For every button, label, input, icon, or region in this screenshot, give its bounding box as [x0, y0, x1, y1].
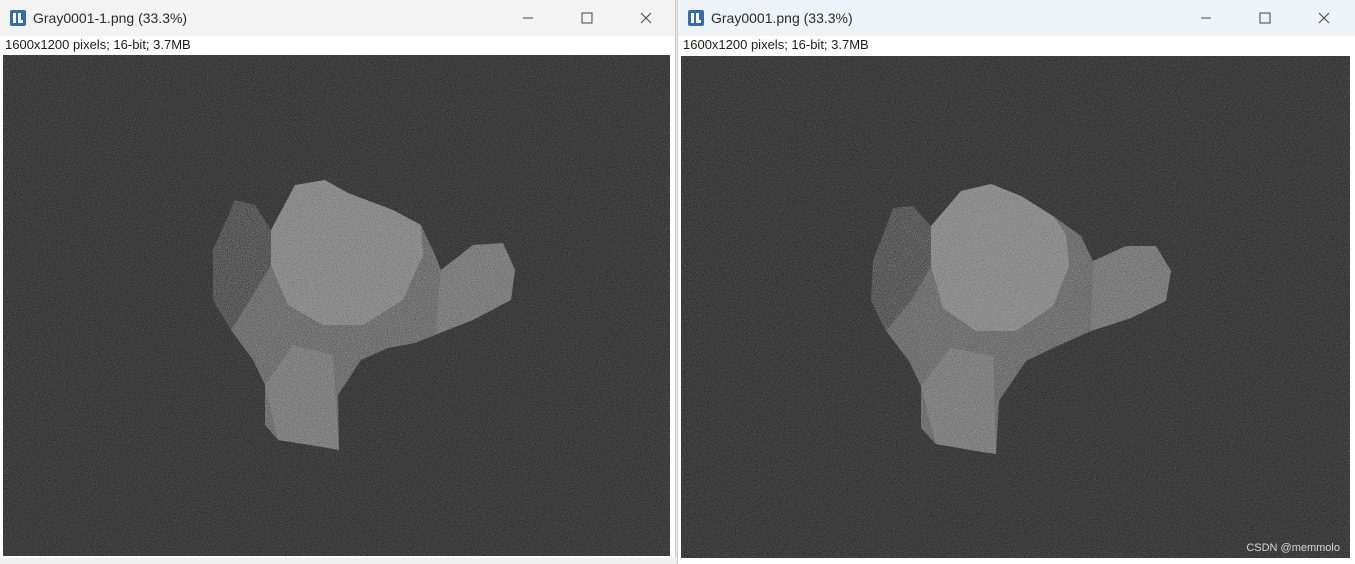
title-bar[interactable]: Gray0001.png (33.3%) — [678, 0, 1355, 36]
window-bottom-border — [0, 558, 676, 564]
minimize-icon — [1201, 17, 1211, 19]
close-icon — [640, 12, 652, 24]
window-title: Gray0001.png (33.3%) — [711, 10, 853, 26]
maximize-button[interactable] — [1243, 4, 1287, 32]
image-window-left[interactable]: Gray0001-1.png (33.3%) 1600x1200 pixels;… — [0, 0, 676, 564]
watermark-text: CSDN @memmolo — [1246, 542, 1340, 554]
minimize-button[interactable] — [506, 4, 550, 32]
image-info: 1600x1200 pixels; 16-bit; 3.7MB — [683, 37, 869, 52]
close-button[interactable] — [1302, 4, 1346, 32]
maximize-icon — [581, 12, 593, 24]
image-window-right[interactable]: Gray0001.png (33.3%) 1600x1200 pixels; 1… — [677, 0, 1355, 564]
minimize-button[interactable] — [1184, 4, 1228, 32]
maximize-icon — [1259, 12, 1271, 24]
maximize-button[interactable] — [565, 4, 609, 32]
close-icon — [1318, 12, 1330, 24]
title-bar[interactable]: Gray0001-1.png (33.3%) — [0, 0, 675, 36]
image-canvas[interactable] — [3, 55, 670, 556]
close-button[interactable] — [624, 4, 668, 32]
imagej-icon — [688, 10, 704, 26]
imagej-icon — [10, 10, 26, 26]
minimize-icon — [523, 17, 533, 19]
image-info: 1600x1200 pixels; 16-bit; 3.7MB — [5, 37, 191, 52]
window-title: Gray0001-1.png (33.3%) — [33, 10, 188, 26]
image-canvas[interactable]: CSDN @memmolo — [681, 56, 1350, 558]
